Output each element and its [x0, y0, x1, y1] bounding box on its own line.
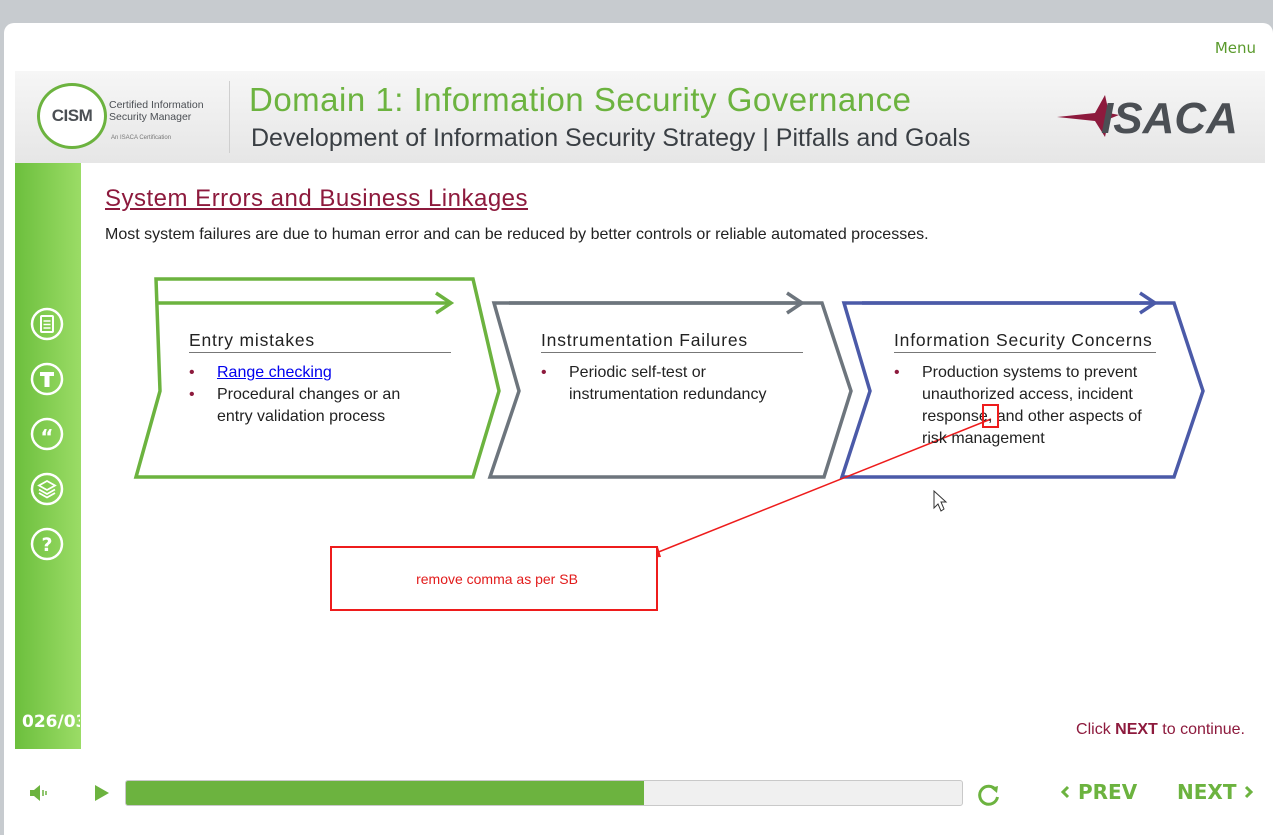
play-icon[interactable]: [92, 783, 112, 803]
slide-counter: 026/034: [22, 712, 80, 732]
comma-highlight-box: [982, 404, 999, 428]
stage2-heading: Instrumentation Failures: [541, 330, 803, 353]
stage3-bullet: Production systems to prevent unauthoriz…: [894, 362, 1156, 450]
progress-bar[interactable]: [125, 780, 963, 806]
continue-instruction: Click NEXT to continue.: [1076, 721, 1245, 738]
stage2-bullet: Periodic self-test or instrumentation re…: [541, 362, 781, 406]
replay-icon[interactable]: [976, 782, 1002, 808]
mouse-cursor-icon: [933, 489, 948, 512]
course-player: Menu CISM Certified Information Security…: [4, 23, 1273, 835]
stage3-heading: Information Security Concerns: [894, 330, 1156, 353]
chevron-right-icon: [1245, 785, 1254, 799]
stage1-bullet: Range checking: [189, 362, 429, 384]
volume-icon[interactable]: [28, 782, 50, 804]
range-checking-link[interactable]: Range checking: [217, 364, 332, 381]
process-diagram: [133, 277, 1205, 558]
annotation-text: remove comma as per SB: [416, 571, 578, 587]
stage1-bullets: Range checking Procedural changes or an …: [189, 362, 429, 428]
prev-label: PREV: [1078, 780, 1138, 804]
progress-fill: [126, 781, 645, 805]
next-keyword: NEXT: [1115, 721, 1158, 738]
stage1-heading: Entry mistakes: [189, 330, 451, 353]
chevron-left-icon: [1060, 785, 1070, 799]
stage3-bullets: Production systems to prevent unauthoriz…: [894, 362, 1156, 450]
stage1-bullet: Procedural changes or an entry validatio…: [189, 384, 429, 428]
next-label: NEXT: [1177, 780, 1237, 804]
stage2-bullets: Periodic self-test or instrumentation re…: [541, 362, 781, 406]
next-button[interactable]: NEXT: [1177, 780, 1254, 804]
review-annotation: remove comma as per SB: [330, 546, 658, 611]
prev-button[interactable]: PREV: [1060, 780, 1137, 804]
player-controls: PREV NEXT: [4, 768, 1273, 835]
